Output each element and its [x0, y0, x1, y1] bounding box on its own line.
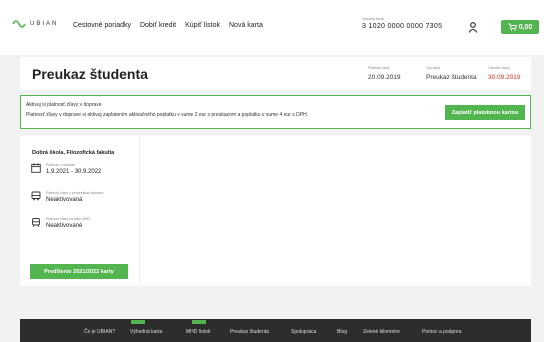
activation-banner: Aktivuj si platnosť zľavy v doprave Plat… [20, 95, 531, 129]
validity-row: Platnosť v doprave 1.9.2021 - 30.9.2022 [31, 163, 101, 175]
transport-status: Neaktivovaná [46, 197, 83, 203]
selected-card-number: 3 1020 0000 0000 7305 [362, 23, 443, 30]
transport-row: Platnosť zľavy v prímestskej doprave Nea… [31, 191, 103, 203]
bus-icon [31, 191, 41, 201]
discount-renewal: Obnoviť zľavy 30.09.2019 [488, 66, 521, 81]
footer-link-blog[interactable]: Blog [337, 329, 347, 335]
footer: Čo je UBIAN? Výhodná karta MHD lístok Pr… [20, 319, 531, 342]
mhd-row: Platnosť zľavy na linky MHD Neaktivované [31, 217, 90, 229]
mhd-status: Neaktivované [46, 223, 83, 229]
transport-label: Platnosť zľavy v prímestskej doprave [46, 191, 104, 195]
title-card: Preukaz študenta Platnosť karty 20.09.20… [20, 57, 531, 90]
content-card: Dobrá škola, Filozofická fakulta Platnos… [20, 136, 531, 286]
cart-value: 0,00 [518, 23, 533, 31]
validity-label: Platnosť v doprave [46, 163, 76, 167]
footer-link-card[interactable]: Výhodná karta [130, 329, 162, 335]
page-title: Preukaz študenta [32, 66, 148, 82]
logo[interactable]: UBIAN [12, 18, 58, 30]
faculty-name: Dobrá škola, Filozofická fakulta [32, 150, 115, 156]
nav-buy-ticket[interactable]: Kúpiť lístok [185, 22, 220, 29]
footer-link-help[interactable]: Pomoc a podpora [422, 329, 461, 335]
student-card-panel: Dobrá škola, Filozofická fakulta Platnos… [20, 136, 140, 286]
nav-topup-credit[interactable]: Dobiť kredit [140, 22, 176, 29]
card-validity: Platnosť karty 20.09.2019 [368, 66, 401, 81]
user-icon[interactable] [468, 22, 478, 33]
validity-value: 1.9.2021 - 30.9.2022 [46, 169, 102, 175]
nav-new-card[interactable]: Nová karta [229, 22, 263, 29]
footer-link-mhd[interactable]: MHD lístok [186, 329, 210, 335]
footer-link-about[interactable]: Čo je UBIAN? [84, 329, 115, 335]
footer-link-student[interactable]: Preukaz študenta [230, 329, 269, 335]
tram-icon [32, 218, 40, 227]
ubian-logo-icon [12, 20, 26, 28]
calendar-icon [31, 163, 41, 173]
top-header: UBIAN Cestovné poriadky Dobiť kredit Kúp… [0, 0, 544, 55]
card-validity-value: 20.09.2019 [368, 74, 401, 81]
logo-text: UBIAN [30, 21, 59, 27]
cart-button[interactable]: 0,00 [501, 20, 539, 34]
mhd-label: Platnosť zľavy na linky MHD [46, 217, 90, 221]
selected-card-label: Vybraná karta [362, 17, 384, 21]
footer-new-tag [192, 320, 206, 324]
discount-renewal-label: Obnoviť zľavy [488, 66, 510, 70]
pay-by-card-button[interactable]: Zaplatiť platobnou kartou [445, 105, 525, 120]
main-nav: Cestovné poriadky Dobiť kredit Kúpiť lís… [73, 22, 263, 29]
card-type: Typ karty Preukaz študenta [426, 66, 477, 81]
discount-renewal-value: 30.09.2019 [488, 74, 521, 81]
footer-new-tag [131, 320, 145, 324]
card-type-label: Typ karty [426, 66, 441, 70]
selected-card[interactable]: Vybraná karta 3 1020 0000 0000 7305 [362, 17, 442, 30]
card-type-value: Preukaz študenta [426, 74, 477, 81]
banner-text: Platnosť zľavy v doprave si aktivuj zapl… [26, 112, 309, 118]
prolong-card-button[interactable]: Predĺženie 2021/2022 karty [30, 264, 128, 279]
footer-link-green-km[interactable]: Zelené kilometre [363, 329, 400, 335]
nav-timetables[interactable]: Cestovné poriadky [73, 22, 131, 29]
footer-link-cooperation[interactable]: Spolupráca [291, 329, 316, 335]
cart-icon [508, 23, 517, 31]
card-validity-label: Platnosť karty [368, 66, 390, 70]
banner-heading: Aktivuj si platnosť zľavy v doprave [26, 102, 102, 108]
